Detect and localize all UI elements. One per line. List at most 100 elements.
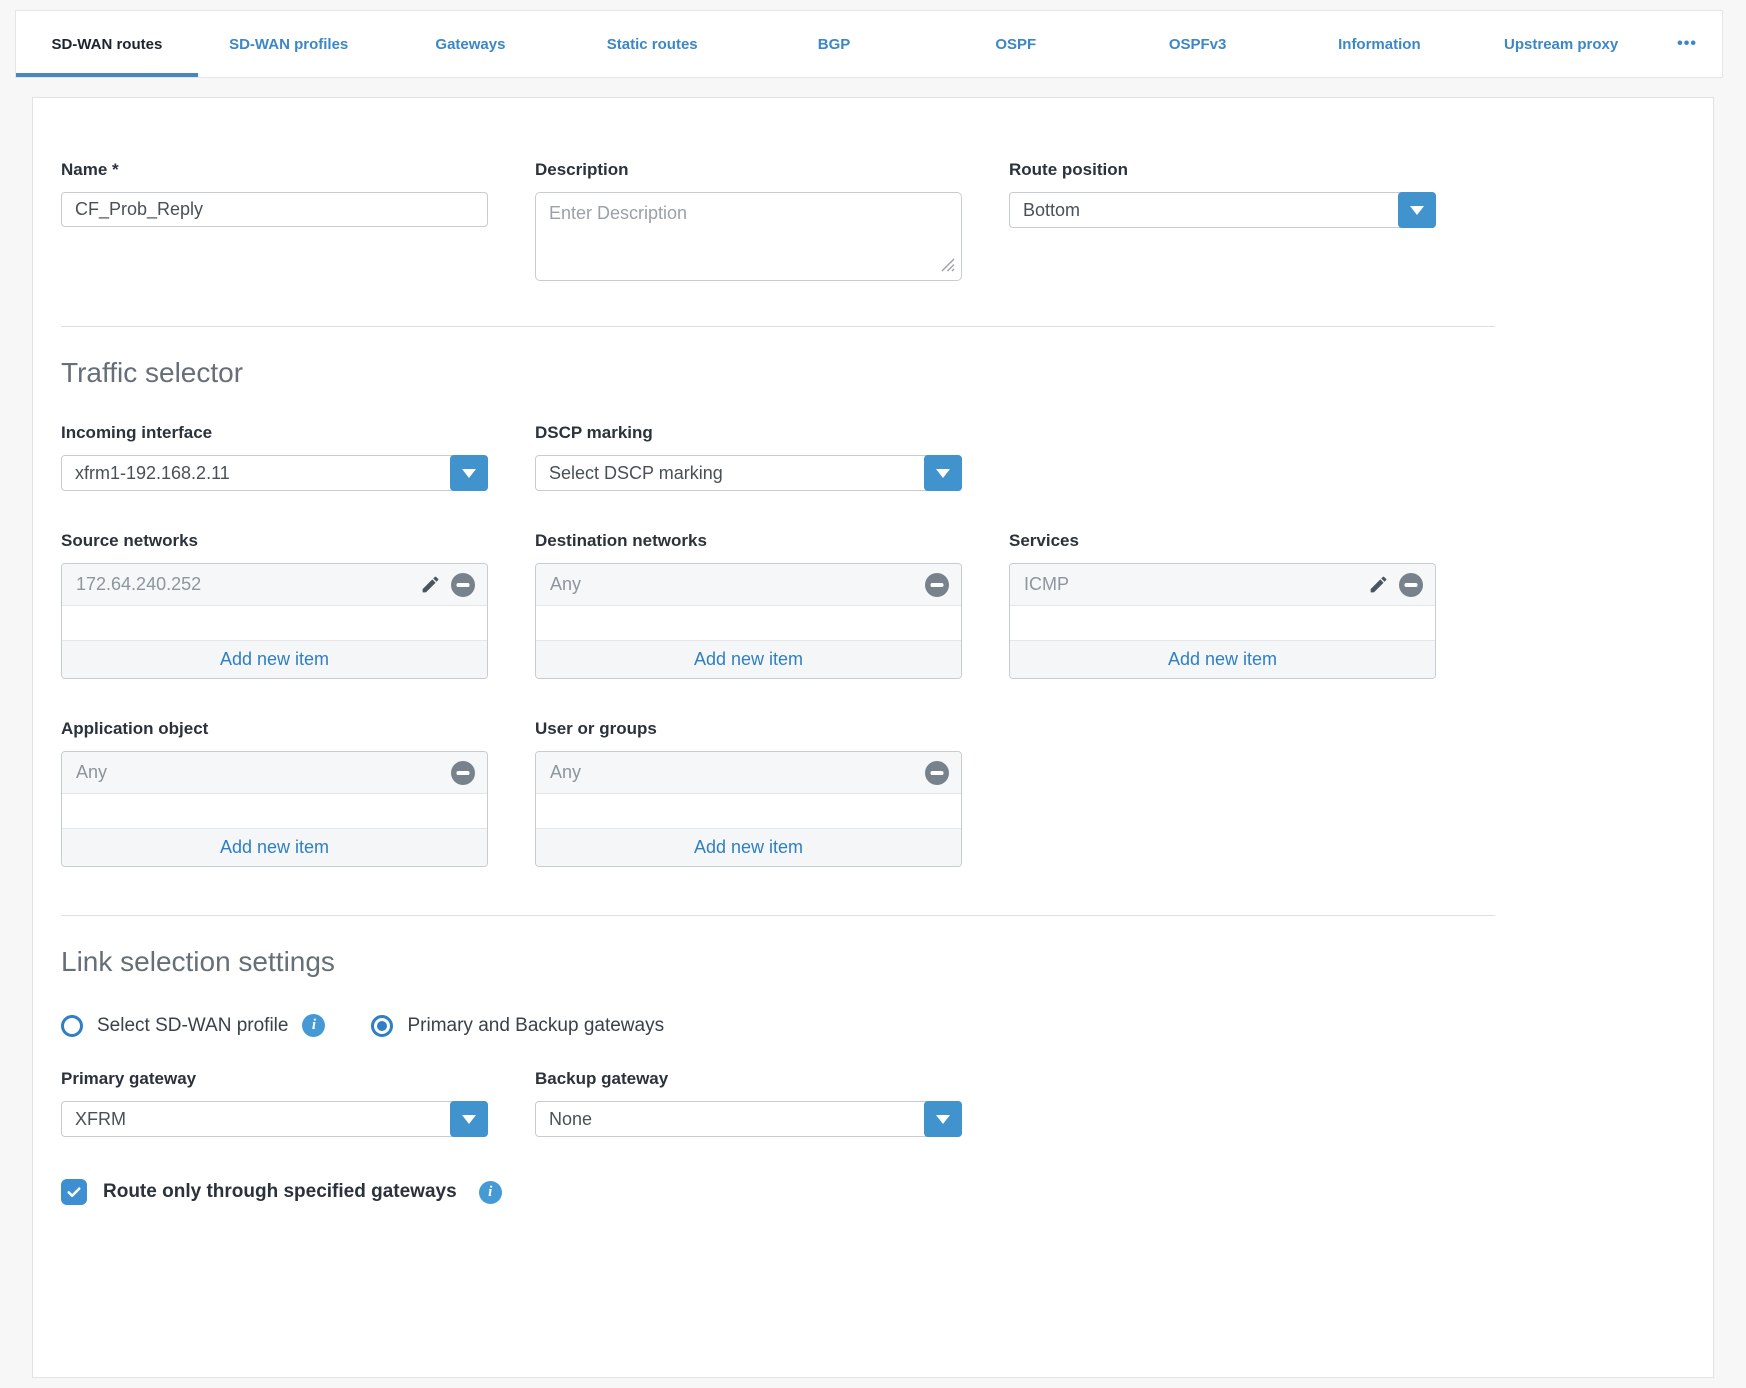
section-divider [61, 326, 1495, 327]
chevron-down-icon [462, 1115, 476, 1124]
sd-wan-profile-info-icon[interactable]: i [302, 1014, 325, 1037]
description-textarea[interactable] [535, 192, 962, 281]
destination-networks-field-group: Destination networks Any Add new item [535, 531, 962, 679]
radio-select-sd-wan-profile[interactable]: Select SD-WAN profile [61, 1015, 288, 1037]
tab-upstream-proxy[interactable]: Upstream proxy [1470, 11, 1652, 77]
backup-gateway-field-group: Backup gateway None [535, 1069, 962, 1137]
source-networks-field-group: Source networks 172.64.240.252 Add new i… [61, 531, 488, 679]
radio-label: Select SD-WAN profile [97, 1015, 288, 1037]
backup-gateway-dropdown-button[interactable] [924, 1101, 962, 1137]
tab-static-routes[interactable]: Static routes [561, 11, 743, 77]
dscp-marking-value: Select DSCP marking [536, 463, 961, 484]
primary-gateway-select[interactable]: XFRM [61, 1101, 488, 1137]
route-position-dropdown-button[interactable] [1398, 192, 1436, 228]
incoming-interface-label: Incoming interface [61, 423, 488, 443]
route-position-value: Bottom [1010, 200, 1435, 221]
dscp-marking-field-group: DSCP marking Select DSCP marking [535, 423, 962, 491]
user-or-groups-add-button[interactable]: Add new item [536, 828, 961, 866]
incoming-interface-field-group: Incoming interface xfrm1-192.168.2.11 [61, 423, 488, 491]
source-networks-label: Source networks [61, 531, 488, 551]
chevron-down-icon [936, 469, 950, 478]
list-item: Any [536, 752, 961, 794]
tab-information[interactable]: Information [1288, 11, 1470, 77]
tab-ospfv3[interactable]: OSPFv3 [1107, 11, 1289, 77]
list-item: Any [536, 564, 961, 606]
destination-networks-add-button[interactable]: Add new item [536, 640, 961, 678]
radio-selected-icon [371, 1015, 393, 1037]
application-object-item-text: Any [76, 762, 451, 783]
incoming-interface-value: xfrm1-192.168.2.11 [62, 463, 487, 484]
tab-sd-wan-profiles[interactable]: SD-WAN profiles [198, 11, 380, 77]
list-filler [536, 794, 961, 828]
list-item: Any [62, 752, 487, 794]
list-item: ICMP [1010, 564, 1435, 606]
tab-bgp[interactable]: BGP [743, 11, 925, 77]
route-only-info-icon[interactable]: i [479, 1181, 502, 1204]
edit-pencil-icon[interactable] [418, 573, 442, 597]
remove-item-icon[interactable] [925, 761, 949, 785]
sd-wan-route-form: Name * Description Route position Bottom… [32, 97, 1714, 1378]
services-label: Services [1009, 531, 1436, 551]
list-filler [62, 794, 487, 828]
name-label: Name * [61, 160, 488, 180]
remove-item-icon[interactable] [1399, 573, 1423, 597]
remove-item-icon[interactable] [451, 573, 475, 597]
edit-pencil-icon[interactable] [1366, 573, 1390, 597]
dscp-marking-label: DSCP marking [535, 423, 962, 443]
dscp-marking-dropdown-button[interactable] [924, 455, 962, 491]
name-field-group: Name * [61, 160, 488, 227]
services-add-button[interactable]: Add new item [1010, 640, 1435, 678]
user-or-groups-item-text: Any [550, 762, 925, 783]
services-field-group: Services ICMP Add new item [1009, 531, 1436, 679]
more-tabs-button[interactable]: ••• [1652, 11, 1722, 77]
tab-ospf[interactable]: OSPF [925, 11, 1107, 77]
destination-network-item-text: Any [550, 574, 925, 595]
route-position-select[interactable]: Bottom [1009, 192, 1436, 228]
textarea-resize-grip-icon[interactable] [940, 257, 956, 278]
chevron-down-icon [936, 1115, 950, 1124]
remove-item-icon[interactable] [451, 761, 475, 785]
services-listbox: ICMP Add new item [1009, 563, 1436, 679]
description-field-group: Description [535, 160, 962, 286]
list-filler [62, 606, 487, 640]
application-object-field-group: Application object Any Add new item [61, 719, 488, 867]
destination-networks-listbox: Any Add new item [535, 563, 962, 679]
user-or-groups-listbox: Any Add new item [535, 751, 962, 867]
incoming-interface-select[interactable]: xfrm1-192.168.2.11 [61, 455, 488, 491]
route-only-checkbox-row: Route only through specified gateways i [61, 1179, 1685, 1205]
top-tab-bar: SD-WAN routes SD-WAN profiles Gateways S… [15, 10, 1723, 78]
user-or-groups-field-group: User or groups Any Add new item [535, 719, 962, 867]
user-or-groups-label: User or groups [535, 719, 962, 739]
source-network-item-text: 172.64.240.252 [76, 574, 418, 595]
backup-gateway-select[interactable]: None [535, 1101, 962, 1137]
application-object-add-button[interactable]: Add new item [62, 828, 487, 866]
destination-networks-label: Destination networks [535, 531, 962, 551]
backup-gateway-value: None [536, 1109, 961, 1130]
source-networks-listbox: 172.64.240.252 Add new item [61, 563, 488, 679]
service-item-text: ICMP [1024, 574, 1366, 595]
radio-primary-and-backup-gateways[interactable]: Primary and Backup gateways [371, 1015, 664, 1037]
tab-sd-wan-routes[interactable]: SD-WAN routes [16, 11, 198, 77]
backup-gateway-label: Backup gateway [535, 1069, 962, 1089]
link-selection-radio-group: Select SD-WAN profile i Primary and Back… [61, 1014, 1685, 1037]
dscp-marking-select[interactable]: Select DSCP marking [535, 455, 962, 491]
chevron-down-icon [462, 469, 476, 478]
primary-gateway-dropdown-button[interactable] [450, 1101, 488, 1137]
primary-gateway-value: XFRM [62, 1109, 487, 1130]
source-networks-add-button[interactable]: Add new item [62, 640, 487, 678]
route-only-checkbox[interactable] [61, 1179, 87, 1205]
radio-label: Primary and Backup gateways [407, 1015, 664, 1037]
checkmark-icon [65, 1183, 83, 1201]
remove-item-icon[interactable] [925, 573, 949, 597]
link-selection-settings-heading: Link selection settings [61, 946, 1685, 978]
list-filler [536, 606, 961, 640]
chevron-down-icon [1410, 206, 1424, 215]
name-input[interactable] [61, 192, 488, 227]
list-item: 172.64.240.252 [62, 564, 487, 606]
traffic-selector-heading: Traffic selector [61, 357, 1685, 389]
tab-gateways[interactable]: Gateways [380, 11, 562, 77]
section-divider [61, 915, 1495, 916]
route-position-label: Route position [1009, 160, 1436, 180]
application-object-label: Application object [61, 719, 488, 739]
incoming-interface-dropdown-button[interactable] [450, 455, 488, 491]
